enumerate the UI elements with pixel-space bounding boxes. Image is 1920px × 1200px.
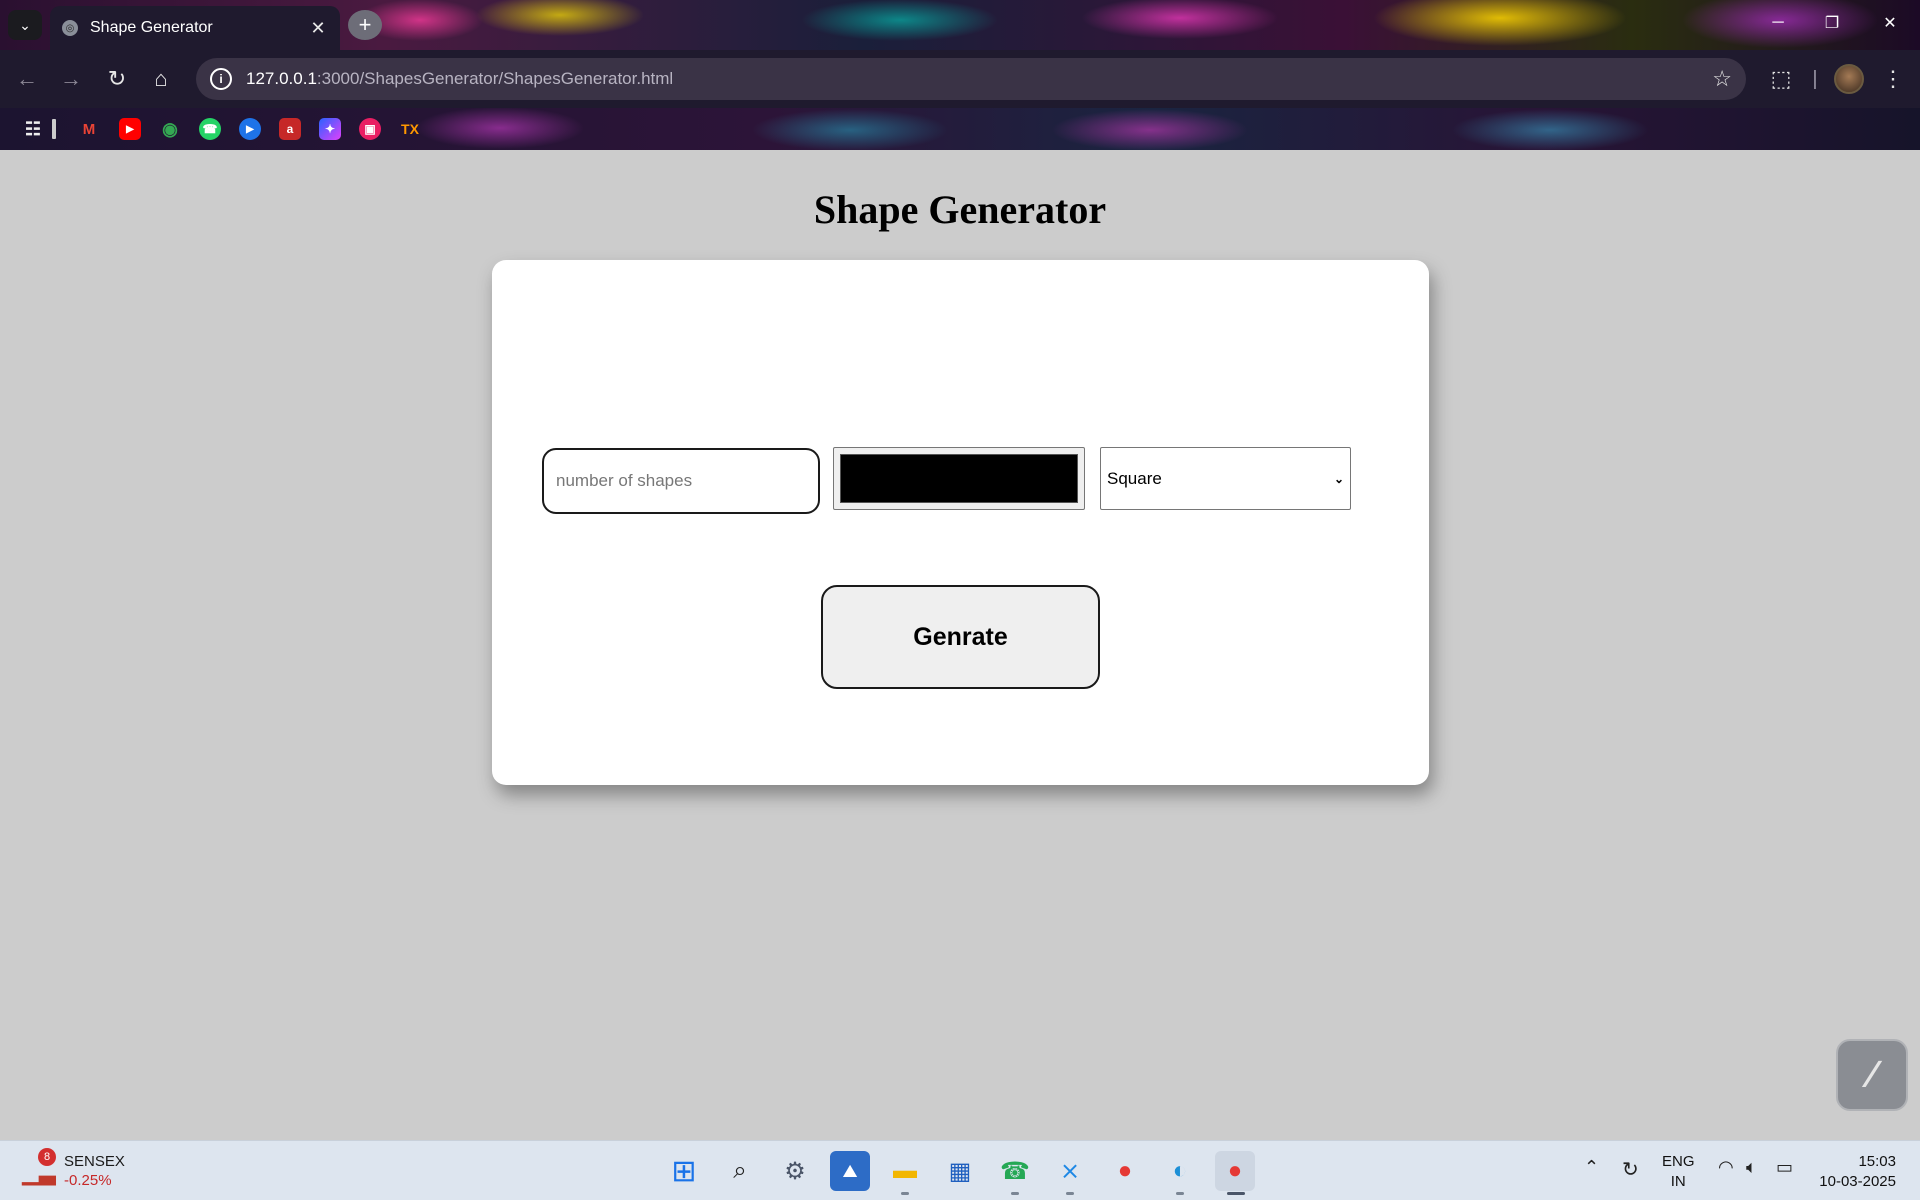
battery-icon[interactable]: ▭: [1776, 1157, 1793, 1178]
minimize-button[interactable]: ─: [1756, 8, 1800, 38]
stock-chart-icon: ▁▃ 8: [22, 1148, 56, 1186]
windows-taskbar: ▁▃ 8 SENSEX -0.25% ⊞ ⌕ ⚙ ⛰ ▬ ▦ ☎ ⨯ ● ◐ ●…: [0, 1140, 1920, 1200]
number-of-shapes-input[interactable]: [542, 448, 820, 514]
tx-bookmark[interactable]: TX: [399, 118, 421, 140]
close-tab-icon[interactable]: ✕: [308, 18, 328, 39]
search-icon[interactable]: ⌕: [720, 1151, 760, 1191]
browser-titlebar: ⌄ ◎ Shape Generator ✕ + ─ ❐ ✕: [0, 0, 1920, 50]
file-explorer-icon[interactable]: ▬: [885, 1151, 925, 1191]
maps-pin-icon[interactable]: ◉: [159, 118, 181, 140]
clock-date: 10-03-2025: [1819, 1173, 1896, 1190]
floating-app-widget[interactable]: ∕: [1836, 1039, 1908, 1111]
gmail-icon[interactable]: M: [78, 118, 100, 140]
running-indicator: [901, 1192, 909, 1195]
more-menu-icon[interactable]: ⋮: [1878, 64, 1908, 94]
slash-logo-icon: ∕: [1868, 1053, 1876, 1096]
restore-button[interactable]: ❐: [1810, 8, 1854, 38]
page-viewport: Shape Generator Square ⌄ Genrate: [0, 150, 1920, 1140]
vscode-icon[interactable]: ⨯: [1050, 1151, 1090, 1191]
store-icon[interactable]: ▦: [940, 1151, 980, 1191]
browser-tab[interactable]: ◎ Shape Generator ✕: [50, 6, 340, 50]
whatsapp-icon[interactable]: ☎: [199, 118, 221, 140]
apps-grid-icon[interactable]: ☷: [22, 118, 44, 140]
chevron-down-icon: ⌄: [19, 16, 31, 33]
market-change: -0.25%: [64, 1172, 112, 1189]
whatsapp-taskbar-icon[interactable]: ☎: [995, 1151, 1035, 1191]
browser-toolbar: ← → ↻ ⌂ i 127.0.0.1 :3000/ShapesGenerato…: [0, 50, 1920, 108]
photos-icon[interactable]: ⛰: [830, 1151, 870, 1191]
running-indicator: [1176, 1192, 1184, 1195]
globe-icon: ◎: [62, 20, 78, 36]
forward-icon[interactable]: →: [56, 64, 86, 94]
color-swatch: [840, 454, 1078, 503]
profile-avatar[interactable]: [1834, 64, 1864, 94]
toolbar-divider: |: [1812, 67, 1818, 90]
notification-badge: 8: [38, 1148, 56, 1166]
bookmarks-bar: ☷ M ▶ ◉ ☎ ▶ a ✦ ▣ TX: [0, 108, 1920, 150]
url-host: 127.0.0.1: [246, 69, 317, 88]
site-info-icon[interactable]: i: [210, 68, 232, 90]
chrome-profile-icon[interactable]: ●: [1215, 1151, 1255, 1191]
airtel-icon[interactable]: a: [279, 118, 301, 140]
chrome-icon[interactable]: ●: [1105, 1151, 1145, 1191]
shape-type-select[interactable]: Square ⌄: [1100, 447, 1351, 510]
edge-icon[interactable]: ◐: [1160, 1151, 1200, 1191]
shape-select-value: Square: [1107, 468, 1162, 488]
sync-icon[interactable]: ↻: [1622, 1157, 1639, 1182]
market-widget[interactable]: ▁▃ 8 SENSEX -0.25%: [22, 1148, 125, 1193]
home-icon[interactable]: ⌂: [146, 64, 176, 94]
wifi-icon[interactable]: ◠: [1718, 1157, 1734, 1178]
youtube-icon[interactable]: ▶: [119, 118, 141, 140]
chevron-down-icon: ⌄: [1333, 471, 1344, 486]
sparkle-icon[interactable]: ✦: [319, 118, 341, 140]
bookmark-star-icon[interactable]: ☆: [1712, 66, 1732, 92]
plus-icon: +: [358, 12, 372, 37]
running-indicator: [1011, 1192, 1019, 1195]
back-icon[interactable]: ←: [12, 64, 42, 94]
color-picker[interactable]: [833, 447, 1085, 510]
market-name: SENSEX: [64, 1153, 125, 1170]
system-clock[interactable]: 15:03 10-03-2025: [1810, 1152, 1896, 1192]
generate-button[interactable]: Genrate: [821, 585, 1100, 689]
close-window-button[interactable]: ✕: [1868, 8, 1912, 38]
language-indicator[interactable]: ENG IN: [1662, 1152, 1695, 1192]
active-indicator: [1227, 1192, 1245, 1195]
region-code: IN: [1670, 1173, 1686, 1190]
settings-gear-icon[interactable]: ⚙: [775, 1151, 815, 1191]
language-code: ENG: [1662, 1153, 1695, 1170]
volume-icon[interactable]: 🔈︎: [1746, 1157, 1757, 1178]
generator-card: Square ⌄ Genrate: [492, 260, 1429, 785]
windows-start-icon[interactable]: ⊞: [664, 1151, 704, 1191]
address-bar[interactable]: i 127.0.0.1 :3000/ShapesGenerator/Shapes…: [196, 58, 1746, 100]
tab-search-button[interactable]: ⌄: [8, 10, 42, 40]
clock-time: 15:03: [1858, 1153, 1896, 1170]
play-icon[interactable]: ▶: [239, 118, 261, 140]
gift-icon[interactable]: ▣: [359, 118, 381, 140]
page-title: Shape Generator: [813, 187, 1107, 232]
reload-icon[interactable]: ↻: [102, 64, 132, 94]
show-hidden-icons[interactable]: ⌃: [1584, 1157, 1599, 1178]
extensions-icon[interactable]: ⬚: [1766, 64, 1796, 94]
bookmarks-divider: [52, 119, 56, 139]
new-tab-button[interactable]: +: [348, 10, 382, 40]
running-indicator: [1066, 1192, 1074, 1195]
tab-title: Shape Generator: [90, 19, 213, 36]
url-path: :3000/ShapesGenerator/ShapesGenerator.ht…: [316, 69, 674, 88]
